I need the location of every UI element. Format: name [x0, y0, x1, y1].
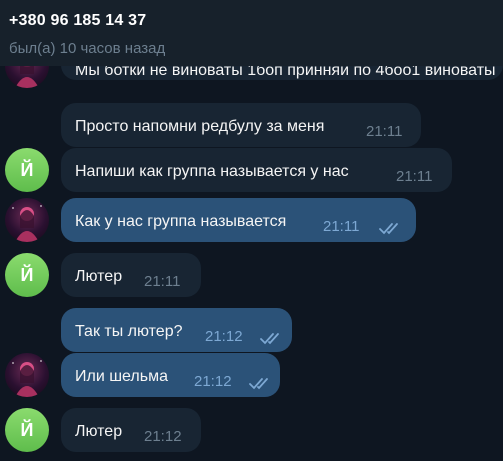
avatar-photo[interactable] [5, 353, 49, 397]
contact-phone-title[interactable]: +380 96 185 14 37 [9, 12, 146, 30]
chat-window: Мы ботки не виноваты 1боп принняи по 4бо… [0, 0, 503, 461]
message-bubble[interactable]: Лютер 21:11 [61, 253, 201, 297]
double-check-icon [249, 378, 268, 390]
message-text: Так ты лютер? [75, 323, 183, 340]
message-bubble-outgoing[interactable]: Как у нас группа называется 21:11 [61, 198, 416, 242]
message-bubble[interactable]: Лютер 21:12 [61, 408, 201, 452]
double-check-icon [379, 223, 398, 235]
message-bubble[interactable]: Просто напомни редбулу за меня 21:11 [61, 103, 421, 147]
message-bubble[interactable]: Напиши как группа называется у нас 21:11 [61, 148, 452, 192]
user-photo-icon [12, 205, 42, 242]
message-time: 21:12 [194, 373, 232, 390]
double-check-icon [260, 333, 279, 345]
message-text: Лютер [75, 268, 123, 285]
message-time: 21:11 [144, 273, 181, 290]
message-text: Напиши как группа называется у нас [75, 163, 349, 180]
message-time: 21:11 [396, 168, 433, 185]
last-seen-status: был(а) 10 часов назад [9, 40, 166, 57]
message-text: Как у нас группа называется [75, 213, 287, 230]
message-bubble-outgoing[interactable]: Или шельма 21:12 [61, 353, 280, 397]
avatar-initial[interactable]: Й [5, 408, 49, 452]
message-bubble-outgoing[interactable]: Так ты лютер? 21:12 [61, 308, 292, 352]
message-time: 21:12 [205, 328, 243, 345]
avatar-initial[interactable]: Й [5, 148, 49, 192]
avatar-photo[interactable] [5, 198, 49, 242]
message-time: 21:12 [144, 428, 182, 445]
message-time: 21:11 [323, 218, 360, 235]
chat-header[interactable]: +380 96 185 14 37 был(а) 10 часов назад [0, 0, 503, 66]
message-text: Или шельма [75, 368, 168, 385]
message-text: Просто напомни редбулу за меня [75, 118, 325, 135]
user-photo-icon [12, 360, 42, 397]
message-time: 21:11 [366, 123, 403, 140]
avatar-initial[interactable]: Й [5, 253, 49, 297]
message-text: Лютер [75, 423, 123, 440]
